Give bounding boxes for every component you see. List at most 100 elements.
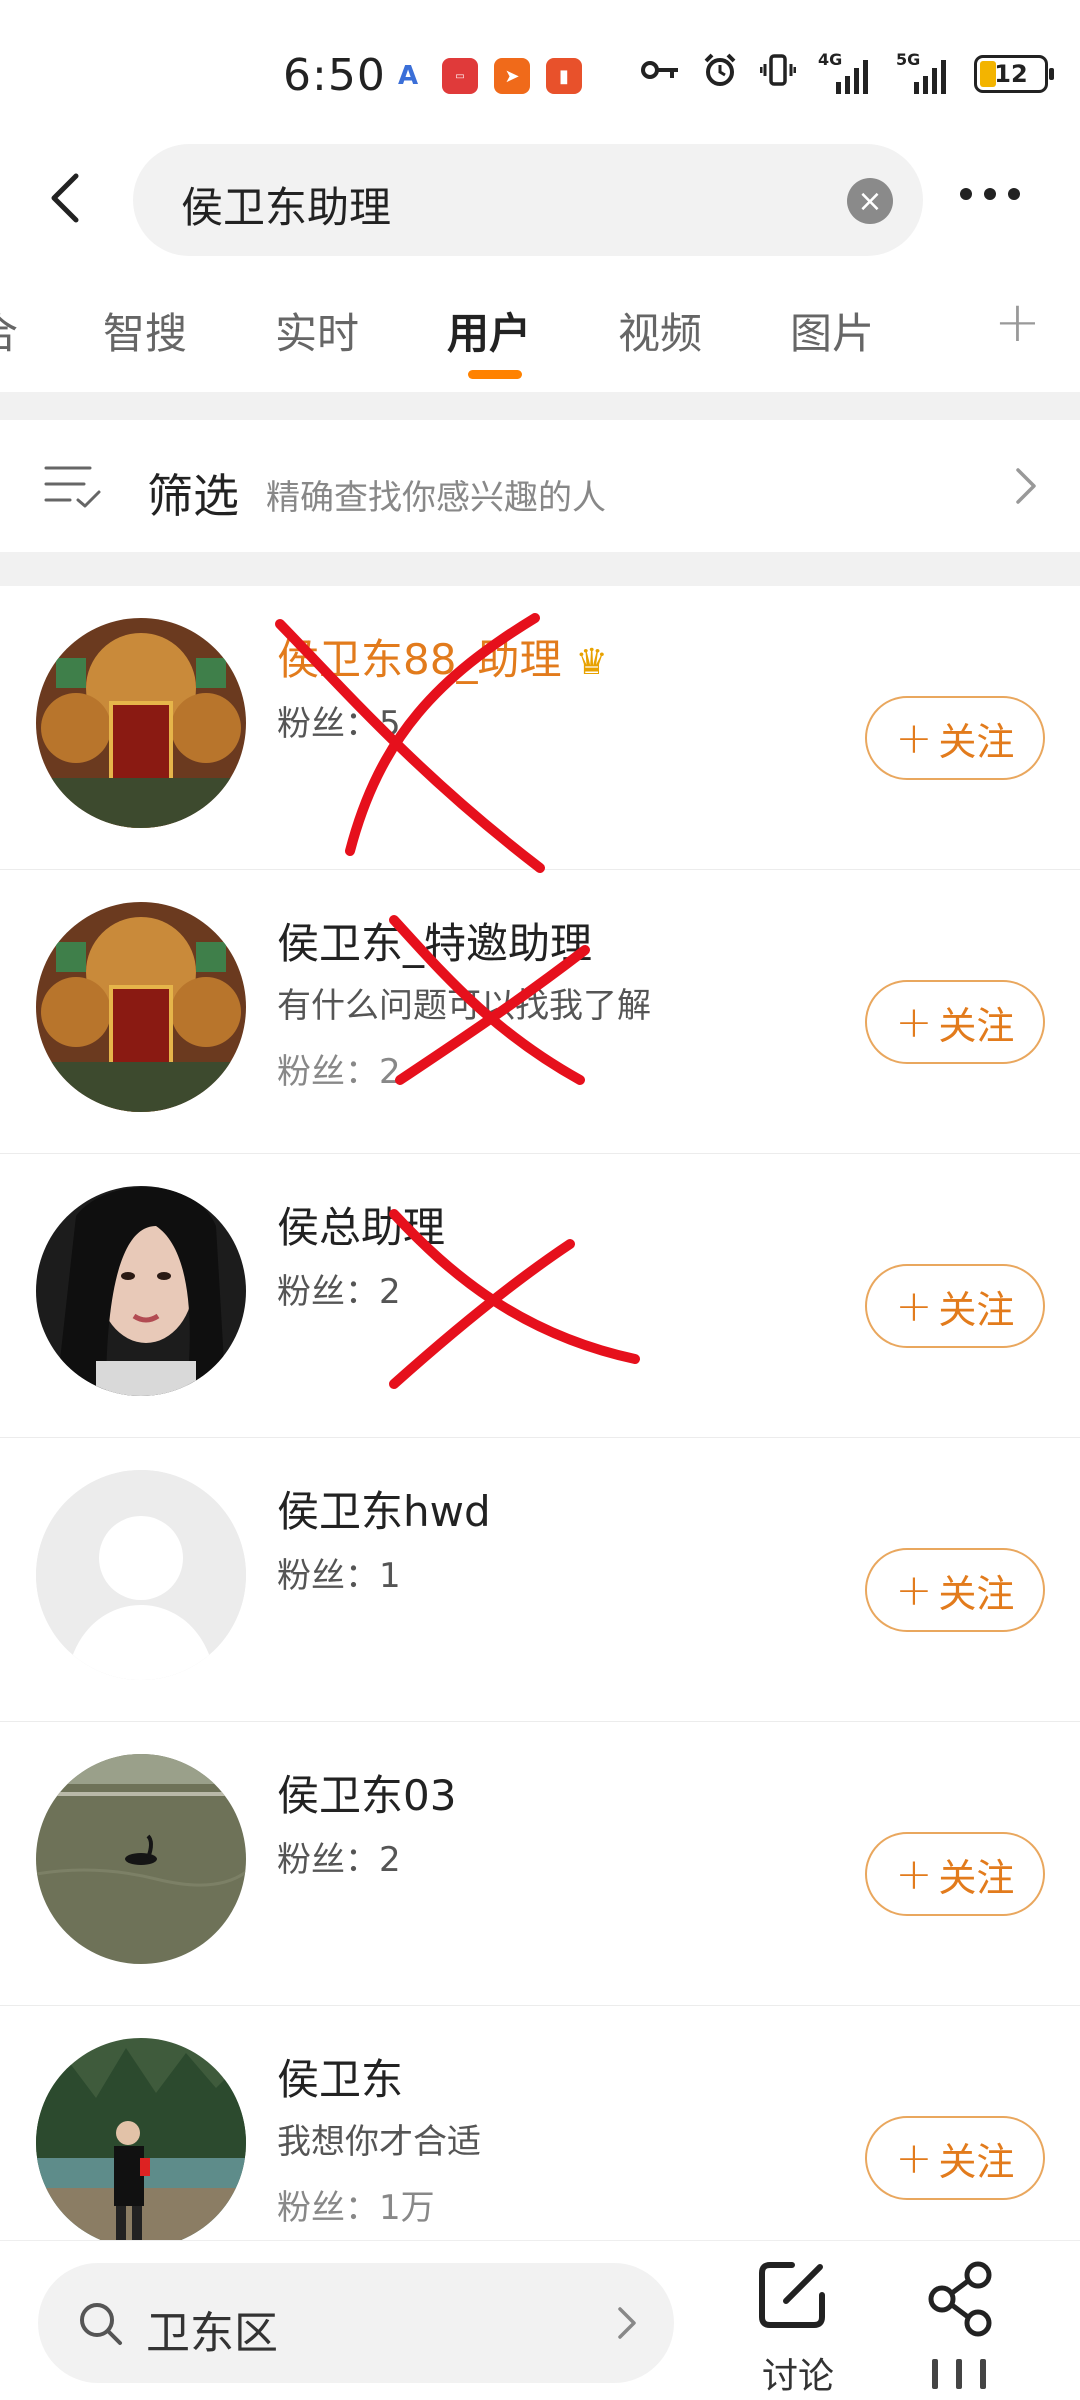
- network-label-1: 4G: [818, 50, 843, 69]
- filter-icon: [44, 466, 101, 508]
- follow-button[interactable]: + 关注: [865, 696, 1045, 780]
- search-tabs: 合 智搜 实时 用户 视频 图片 +: [0, 290, 1080, 380]
- user-bio: 有什么问题可以找我了解: [277, 986, 651, 1026]
- clear-search-button[interactable]: ×: [847, 178, 893, 224]
- key-icon: [640, 55, 680, 93]
- status-indicators: 4G 5G 12: [640, 50, 1054, 96]
- follow-button[interactable]: + 关注: [865, 2116, 1045, 2200]
- chevron-right-icon: [618, 2307, 636, 2339]
- follow-button[interactable]: + 关注: [865, 1264, 1045, 1348]
- user-fans: 粉丝：1: [277, 1556, 401, 1596]
- crown-icon: ♛: [575, 642, 608, 683]
- user-fans: 粉丝：2: [277, 1272, 401, 1312]
- related-search-text: 卫东区: [146, 2308, 278, 2359]
- status-app-icons: A ▭ ➤ ▮: [390, 58, 582, 94]
- user-fans: 粉丝：1万: [277, 2188, 435, 2228]
- battery-level: 12: [994, 60, 1028, 88]
- signal-5g-icon: 5G: [896, 50, 952, 94]
- tab-all[interactable]: 合: [0, 300, 18, 361]
- tab-video[interactable]: 视频: [618, 300, 702, 361]
- filter-title: 筛选: [147, 469, 239, 523]
- signal-4g-icon: 4G: [818, 50, 874, 94]
- plus-icon: +: [895, 2132, 933, 2184]
- more-dot: [984, 188, 996, 200]
- user-name[interactable]: 侯卫东hwd: [277, 1478, 491, 1539]
- follow-label: 关注: [938, 1571, 1015, 1616]
- plus-icon: +: [895, 1848, 933, 1900]
- avatar[interactable]: [36, 2038, 246, 2248]
- tab-users[interactable]: 用户: [447, 300, 531, 361]
- bottom-bar: 卫东区 讨论: [0, 2240, 1080, 2400]
- status-time: 6:50: [283, 50, 386, 101]
- default-avatar-icon: [36, 1470, 246, 1680]
- user-name[interactable]: 侯卫东: [277, 2046, 403, 2107]
- huawei-store-icon: ▭: [442, 58, 478, 94]
- status-bar: 6:50 A ▭ ➤ ▮ 4G 5G 12: [0, 0, 1080, 140]
- avatar[interactable]: [36, 1186, 246, 1396]
- follow-label: 关注: [938, 719, 1015, 764]
- network-label-2: 5G: [896, 50, 921, 69]
- user-name[interactable]: 侯卫东_特邀助理: [277, 910, 592, 971]
- search-header: 侯卫东助理 ×: [0, 140, 1080, 260]
- more-dot: [1008, 188, 1020, 200]
- search-query-text: 侯卫东助理: [181, 183, 392, 232]
- share-icon: [928, 2261, 992, 2337]
- user-name[interactable]: 侯卫东03: [277, 1762, 456, 1823]
- vibrate-icon: [759, 52, 797, 96]
- user-list-item[interactable]: 侯卫东_特邀助理 有什么问题可以找我了解 粉丝：2 + 关注: [0, 870, 1080, 1154]
- follow-button[interactable]: + 关注: [865, 980, 1045, 1064]
- avatar[interactable]: [36, 1754, 246, 1964]
- avatar[interactable]: [36, 618, 246, 828]
- add-tab-button[interactable]: +: [994, 290, 1041, 355]
- back-button[interactable]: [40, 168, 100, 228]
- follow-label: 关注: [938, 1855, 1015, 1900]
- chevron-right-icon: [1016, 468, 1036, 504]
- close-icon: ×: [857, 183, 883, 219]
- alarm-icon: [702, 52, 738, 96]
- search-icon: [80, 2303, 122, 2345]
- red-app-icon: ▮: [546, 58, 582, 94]
- filter-subtitle: 精确查找你感兴趣的人: [266, 478, 606, 518]
- follow-label: 关注: [938, 1287, 1015, 1332]
- gesture-nav-hint: [932, 2359, 986, 2389]
- plus-icon: +: [895, 1564, 933, 1616]
- weibo-notify-icon: ➤: [494, 58, 530, 94]
- chevron-left-icon: [51, 173, 79, 223]
- user-name[interactable]: 侯总助理: [277, 1194, 445, 1255]
- avatar[interactable]: [36, 1470, 246, 1680]
- user-list: 侯卫东88_助理 ♛ 粉丝：5 + 关注 侯卫东_特邀助理 有什么问题可以找我了解 …: [0, 586, 1080, 2290]
- user-name-text: 侯卫东88_助理: [277, 635, 562, 684]
- compose-icon: [759, 2262, 825, 2328]
- avatar[interactable]: [36, 902, 246, 1112]
- filter-row[interactable]: 筛选 精确查找你感兴趣的人: [0, 420, 1080, 552]
- follow-button[interactable]: + 关注: [865, 1832, 1045, 1916]
- a-app-icon: A: [397, 61, 419, 91]
- user-fans: 粉丝：5: [277, 704, 401, 744]
- plus-icon: +: [895, 1280, 933, 1332]
- plus-icon: +: [895, 712, 933, 764]
- follow-label: 关注: [938, 1003, 1015, 1048]
- user-list-item[interactable]: 侯卫东03 粉丝：2 + 关注: [0, 1722, 1080, 2006]
- related-search-button[interactable]: 卫东区: [38, 2263, 674, 2383]
- follow-button[interactable]: + 关注: [865, 1548, 1045, 1632]
- active-tab-indicator: [468, 370, 522, 379]
- user-fans: 粉丝：2: [277, 1840, 401, 1880]
- plus-icon: +: [895, 996, 933, 1048]
- user-list-item[interactable]: 侯卫东hwd 粉丝：1 + 关注: [0, 1438, 1080, 1722]
- user-name[interactable]: 侯卫东88_助理 ♛: [277, 626, 608, 687]
- follow-label: 关注: [938, 2139, 1015, 2184]
- user-list-item[interactable]: 侯卫东88_助理 ♛ 粉丝：5 + 关注: [0, 586, 1080, 873]
- discuss-label: 讨论: [762, 2356, 835, 2397]
- user-fans: 粉丝：2: [277, 1052, 401, 1092]
- user-list-item[interactable]: 侯总助理 粉丝：2 + 关注: [0, 1154, 1080, 1438]
- tab-smart-search[interactable]: 智搜: [103, 300, 187, 361]
- discuss-button[interactable]: 讨论: [752, 2255, 844, 2397]
- share-button[interactable]: [922, 2259, 1002, 2339]
- more-options-button[interactable]: [960, 188, 1020, 200]
- section-divider: [0, 552, 1080, 586]
- tab-images[interactable]: 图片: [790, 300, 874, 361]
- tab-realtime[interactable]: 实时: [275, 300, 359, 361]
- more-dot: [960, 188, 972, 200]
- battery-icon: 12: [974, 55, 1054, 93]
- search-input[interactable]: 侯卫东助理 ×: [133, 144, 923, 256]
